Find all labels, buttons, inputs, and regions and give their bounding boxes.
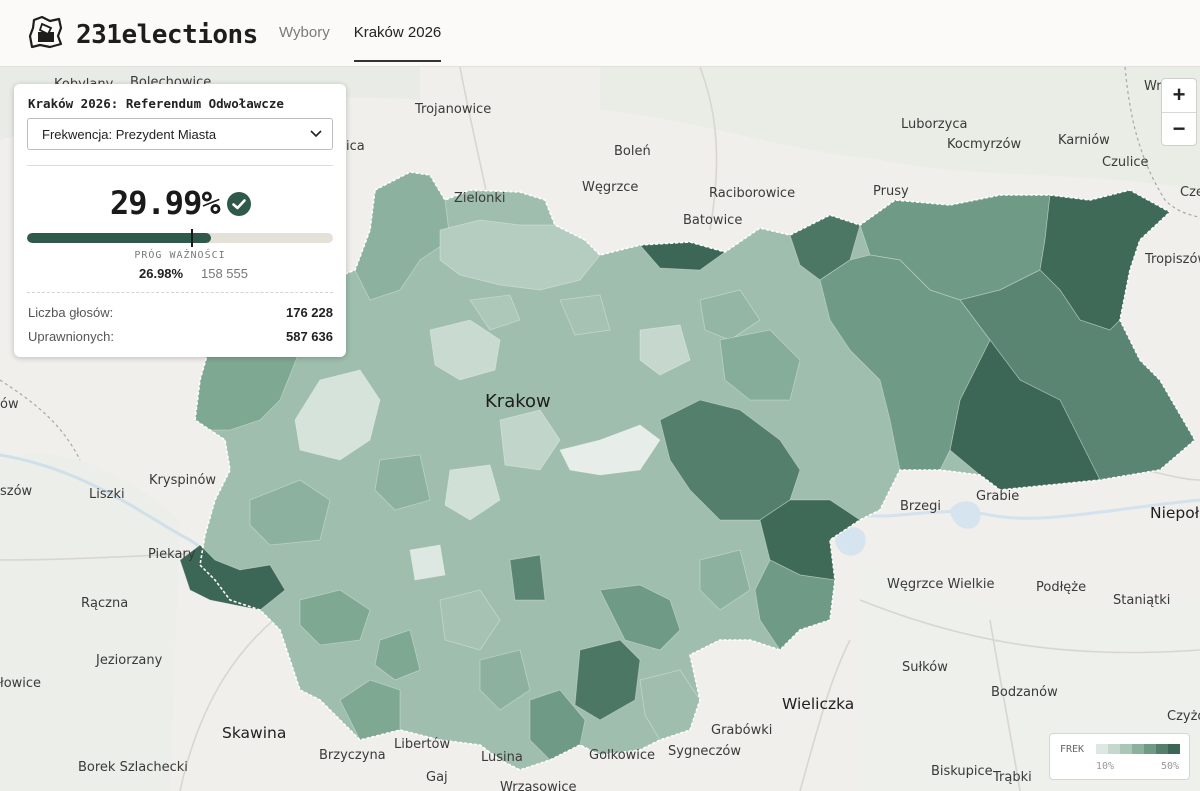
metric-select[interactable]: Frekwencja: Prezydent Miasta xyxy=(27,118,333,150)
nav-item-wybory[interactable]: Wybory xyxy=(279,0,330,60)
place-label: ów xyxy=(0,397,19,412)
place-label: ica xyxy=(346,139,365,154)
votes-count-label: Liczba głosów: xyxy=(28,305,114,320)
place-label: Biskupice xyxy=(931,764,993,779)
place-label: Węgrzce xyxy=(582,180,638,195)
ballot-box-logo-icon xyxy=(28,14,64,55)
legend-max: 50% xyxy=(1161,761,1180,772)
place-label: Grabówki xyxy=(711,723,772,738)
place-label: Raciborowice xyxy=(709,186,795,201)
place-label: Lusina xyxy=(481,750,523,765)
place-label: Cze xyxy=(1180,185,1200,200)
zoom-control: + − xyxy=(1161,78,1197,146)
legend-swatch xyxy=(1144,744,1156,754)
place-label: szów xyxy=(0,484,33,499)
threshold-label: PRÓG WAŻNOŚCI xyxy=(134,250,226,261)
place-label: Zielonki xyxy=(454,191,505,206)
place-label: Brzegi xyxy=(900,499,941,514)
zoom-in-button[interactable]: + xyxy=(1162,79,1196,111)
place-label: Jeziorzany xyxy=(95,653,163,668)
place-label: Luborzyca xyxy=(901,117,967,132)
legend-swatch xyxy=(1168,744,1180,754)
place-label: Liszki xyxy=(89,487,125,502)
place-label: Boleń xyxy=(614,144,651,159)
legend-color-ramp xyxy=(1096,744,1180,754)
brand-name: 231elections xyxy=(76,19,258,50)
legend-swatch xyxy=(1132,744,1144,754)
legend-min: 10% xyxy=(1096,761,1115,772)
place-label: Golkowice xyxy=(589,748,655,763)
chevron-down-icon xyxy=(308,125,324,148)
turnout-value: 29.99% xyxy=(110,184,221,222)
place-label: Sułków xyxy=(902,660,948,675)
divider xyxy=(27,165,333,166)
place-label: Wieliczka xyxy=(782,695,854,713)
place-label: Prusy xyxy=(873,184,909,199)
place-label: Sygneczów xyxy=(668,744,741,759)
divider xyxy=(27,292,333,293)
place-label: Borek Szlachecki xyxy=(78,760,188,775)
place-label: Gaj xyxy=(426,770,448,785)
metric-select-value: Frekwencja: Prezydent Miasta xyxy=(42,127,217,142)
legend-swatch xyxy=(1108,744,1120,754)
place-label: Brzyczyna xyxy=(319,748,386,763)
place-label: Czyżó xyxy=(1167,709,1200,724)
legend-swatch xyxy=(1096,744,1108,754)
place-label: Niepoło xyxy=(1150,504,1200,522)
threshold-percent: 26.98% xyxy=(139,266,184,281)
threshold-votes: 158 555 xyxy=(201,266,248,281)
place-label: Kryspinów xyxy=(149,473,216,488)
eligible-voters-label: Uprawnionych: xyxy=(28,329,114,344)
place-label: Libertów xyxy=(394,737,451,752)
turnout-progress-fill xyxy=(27,233,211,243)
place-label: Piekary xyxy=(148,547,196,562)
place-label: Kocmyrzów xyxy=(947,137,1021,152)
place-label: Grabie xyxy=(976,489,1019,504)
place-label: Węgrzce Wielkie xyxy=(887,577,994,592)
place-label: Czulice xyxy=(1102,155,1149,170)
info-panel: Kraków 2026: Referendum Odwoławcze Frekw… xyxy=(14,84,346,357)
place-label: Staniątki xyxy=(1113,593,1170,608)
eligible-voters-value: 587 636 xyxy=(286,329,333,344)
place-label: Bodzanów xyxy=(991,685,1058,700)
main-nav: Wybory Kraków 2026 xyxy=(279,0,465,66)
place-label: Karniów xyxy=(1058,133,1110,148)
place-label: Trojanowice xyxy=(414,102,491,117)
place-label: Wrząsowice xyxy=(500,780,577,791)
place-label: Trąbki xyxy=(992,770,1032,785)
zoom-out-button[interactable]: − xyxy=(1162,113,1196,145)
top-bar: 231elections Wybory Kraków 2026 xyxy=(0,0,1200,67)
map-legend: FREK 10% 50% xyxy=(1049,733,1190,780)
place-label: Skawina xyxy=(222,724,286,742)
city-label: Krakow xyxy=(485,391,551,412)
legend-swatch xyxy=(1156,744,1168,754)
turnout-progress-bar xyxy=(27,233,333,243)
brand[interactable]: 231elections xyxy=(28,14,258,55)
place-label: Podłęże xyxy=(1036,580,1086,595)
votes-count-value: 176 228 xyxy=(286,305,333,320)
nav-item-krakow-2026[interactable]: Kraków 2026 xyxy=(353,0,442,62)
check-circle-icon xyxy=(226,191,252,222)
place-label: Tropiszów xyxy=(1144,252,1200,267)
place-label: Batowice xyxy=(683,213,742,228)
place-label: łowice xyxy=(0,676,41,691)
legend-title: FREK xyxy=(1060,744,1085,755)
place-label: Rączna xyxy=(81,596,128,611)
panel-title: Kraków 2026: Referendum Odwoławcze xyxy=(28,96,284,111)
legend-swatch xyxy=(1120,744,1132,754)
threshold-marker xyxy=(191,229,193,247)
